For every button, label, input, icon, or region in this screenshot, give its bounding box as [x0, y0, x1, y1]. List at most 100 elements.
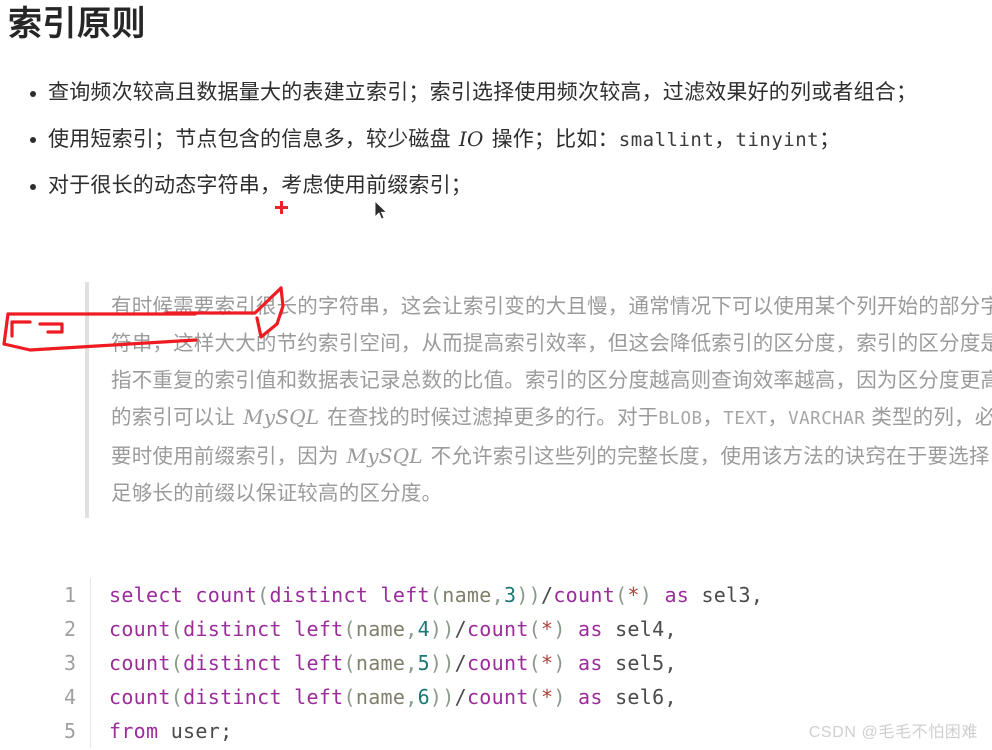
- token-kw: count: [195, 583, 258, 607]
- bullet-text-1: 使用短索引；节点包含的信息多，较少磁盘 IO 操作；比如：smallint，ti…: [48, 127, 841, 151]
- bullet-text-0: 查询频次较高且数据量大的表建立索引；索引选择使用频次较高，过滤效果好的列或者组合…: [48, 81, 917, 104]
- token-op: /: [541, 583, 554, 607]
- token-kw: distinct: [183, 685, 282, 709]
- emphasis-text: MySQL: [346, 444, 423, 468]
- token-pun: (: [343, 617, 356, 641]
- token-pun: (: [170, 617, 184, 641]
- token-star: *: [541, 651, 554, 675]
- text-run: ；: [819, 128, 841, 151]
- token-pun: (: [615, 583, 628, 607]
- token-pun: ): [639, 583, 653, 607]
- token-kw: as: [578, 685, 603, 709]
- blockquote-text: 有时候需要索引很长的字符串，这会让索引变的大且慢，通常情况下可以使用某个列开始的…: [111, 288, 992, 512]
- code-line-text: count(distinct left(name,6))/count(*) as…: [91, 680, 677, 714]
- token-star: *: [627, 583, 640, 607]
- token-pun: (: [528, 685, 542, 709]
- token-num: 3: [503, 583, 517, 607]
- bullet-short-index: 使用短索引；节点包含的信息多，较少磁盘 IO 操作；比如：smallint，ti…: [8, 122, 968, 157]
- inline-code: smallint: [618, 129, 715, 151]
- token-kw: count: [466, 685, 529, 709]
- token-pun: (: [343, 651, 356, 675]
- token-kw: left: [380, 583, 430, 607]
- token-num: 6: [417, 685, 430, 709]
- token-kw: count: [109, 651, 171, 675]
- code-line-text: from user;: [91, 714, 232, 748]
- token-kw: count: [466, 617, 529, 641]
- token-op: /: [454, 617, 467, 641]
- text-run: ，: [702, 406, 724, 429]
- token-op: [282, 685, 294, 709]
- token-star: *: [541, 685, 554, 709]
- token-kw: count: [109, 685, 171, 709]
- token-pun: )): [516, 583, 541, 607]
- inline-code: tinyint: [735, 129, 820, 151]
- index-principles-list: 查询频次较高且数据量大的表建立索引；索引选择使用频次较高，过滤效果好的列或者组合…: [8, 76, 968, 215]
- token-op: [282, 651, 294, 675]
- token-pun: (: [528, 651, 542, 675]
- code-line: 1 select count(distinct left(name,3))/cou…: [46, 578, 946, 612]
- token-op: [282, 617, 294, 641]
- code-line-text: count(distinct left(name,5))/count(*) as…: [91, 646, 677, 680]
- token-pun: (: [257, 583, 270, 607]
- token-kw: as: [664, 583, 690, 607]
- token-num: 4: [417, 617, 430, 641]
- emphasis-text: MySQL: [243, 405, 320, 429]
- token-pun: )): [429, 685, 455, 709]
- token-pun: ): [553, 617, 566, 641]
- token-kw: distinct: [183, 617, 282, 641]
- token-pun: )): [429, 617, 455, 641]
- code-line-text: count(distinct left(name,4))/count(*) as…: [91, 612, 677, 646]
- token-kw: from: [109, 719, 159, 743]
- prefix-index-blockquote: 有时候需要索引很长的字符串，这会让索引变的大且慢，通常情况下可以使用某个列开始的…: [85, 282, 992, 518]
- token-id: name: [355, 617, 406, 641]
- line-number: 1: [46, 578, 91, 612]
- token-op: [652, 583, 664, 607]
- token-pun: (: [343, 685, 356, 709]
- token-pun: (: [170, 651, 184, 675]
- token-kw: count: [466, 651, 529, 675]
- line-number: 2: [46, 612, 91, 646]
- code-line: 3 count(distinct left(name,5))/count(*) a…: [46, 646, 946, 680]
- token-pun: ): [553, 685, 566, 709]
- token-op: sel3,: [689, 583, 764, 607]
- bullet-high-frequency-index: 查询频次较高且数据量大的表建立索引；索引选择使用频次较高，过滤效果好的列或者组合…: [8, 76, 968, 110]
- token-kw: left: [294, 651, 344, 675]
- token-kw: left: [294, 685, 344, 709]
- text-run: 对于很长的动态字符串，考虑使用前缀索引；: [48, 174, 472, 197]
- token-pun: (: [429, 583, 443, 607]
- token-kw: count: [109, 617, 171, 641]
- bullet-text-2: 对于很长的动态字符串，考虑使用前缀索引；: [48, 174, 472, 197]
- code-line-text: select count(distinct left(name,3))/coun…: [91, 578, 763, 612]
- text-run: 使用短索引；节点包含的信息多，较少磁盘: [48, 128, 457, 151]
- token-pun: (: [170, 685, 184, 709]
- text-run: ，: [767, 406, 789, 429]
- text-run: ，: [714, 128, 736, 151]
- code-line: 2 count(distinct left(name,4))/count(*) a…: [46, 612, 946, 646]
- token-op: [566, 685, 578, 709]
- line-number: 4: [46, 680, 91, 714]
- token-id: name: [355, 651, 406, 675]
- inline-code: TEXT: [723, 409, 768, 429]
- text-run: 在查找的时候过滤掉更多的行。对于: [321, 406, 659, 429]
- text-run: 操作；比如：: [485, 128, 619, 151]
- token-op: sel4,: [602, 617, 677, 641]
- token-op: [566, 651, 578, 675]
- token-star: *: [541, 617, 554, 641]
- token-op: /: [454, 685, 467, 709]
- token-kw: count: [553, 583, 616, 607]
- bullet-prefix-index: 对于很长的动态字符串，考虑使用前缀索引；: [8, 169, 968, 203]
- token-kw: as: [578, 651, 603, 675]
- token-id: name: [442, 583, 492, 607]
- token-op: user;: [158, 719, 233, 743]
- token-id: name: [355, 685, 406, 709]
- line-number: 3: [46, 646, 91, 680]
- inline-code: BLOB: [658, 409, 703, 429]
- token-kw: as: [578, 617, 603, 641]
- token-pun: (: [528, 617, 542, 641]
- token-op: sel5,: [602, 651, 677, 675]
- token-op: /: [454, 651, 467, 675]
- inline-code: VARCHAR: [788, 409, 866, 429]
- csdn-watermark: CSDN @毛毛不怕困难: [808, 724, 978, 741]
- token-op: [368, 583, 380, 607]
- token-pun: ,: [405, 685, 418, 709]
